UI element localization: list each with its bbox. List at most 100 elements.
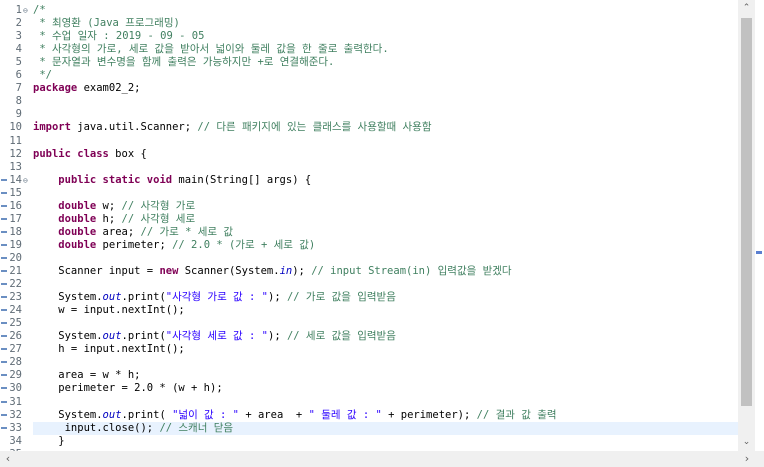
line-number: 3 [15, 30, 22, 42]
code-line-current[interactable]: input.close(); // 스캐너 닫음 [33, 422, 738, 435]
ruler-mark [1, 427, 7, 429]
line-number: 19 [9, 239, 22, 251]
code-token: "넓이 값 : " [172, 409, 240, 421]
line-number: 28 [9, 356, 22, 368]
ruler-mark [1, 257, 7, 259]
code-token: package [33, 82, 78, 94]
code-line[interactable]: area = w * h; [33, 369, 140, 382]
fold-toggle-icon[interactable]: ⊖ [23, 174, 28, 187]
code-token: * 사각형의 가로, 세로 값을 받아서 넓이와 둘레 값을 한 줄로 출력한다… [33, 43, 389, 55]
overview-ruler[interactable] [755, 0, 764, 451]
code-token: "사각형 가로 값 : " [165, 291, 268, 303]
code-line[interactable]: * 문자열과 변수명을 함께 출력은 가능하지만 +로 연결해준다. [33, 56, 334, 69]
line-number: 18 [9, 226, 22, 238]
code-token: double [58, 226, 97, 238]
code-line[interactable]: import java.util.Scanner; // 다른 패키지에 있는 … [33, 121, 432, 134]
ruler-mark [1, 218, 7, 220]
code-token: ); [292, 265, 312, 277]
code-token: // 가로 값을 입력받음 [286, 291, 396, 303]
code-token: h = input.nextInt(); [33, 343, 185, 355]
code-line[interactable]: } [33, 435, 65, 448]
line-number: 17 [9, 213, 22, 225]
code-token: // 2.0 * (가로 + 세로 값) [172, 239, 316, 251]
horizontal-scrollbar[interactable]: ‹ › [0, 451, 755, 467]
code-token: } [33, 435, 65, 447]
scroll-right-icon[interactable]: › [739, 451, 755, 467]
code-line[interactable]: public class box { [33, 148, 147, 161]
line-number: 30 [9, 382, 22, 394]
code-line[interactable]: double perimeter; // 2.0 * (가로 + 세로 값) [33, 239, 315, 252]
line-number: 32 [9, 409, 22, 421]
code-token: out [102, 330, 122, 342]
scroll-down-icon[interactable]: ⌄ [738, 434, 755, 451]
line-number: 22 [9, 278, 22, 290]
code-line[interactable]: perimeter = 2.0 * (w + h); [33, 382, 222, 395]
code-line[interactable]: double w; // 사각형 가로 [33, 200, 195, 213]
ruler-mark [1, 179, 7, 181]
code-area[interactable]: /* * 최영환 (Java 프로그래밍) * 수업 일자 : 2019 - 0… [33, 0, 738, 451]
scrollbar-corner [755, 451, 764, 467]
code-token: + area + [239, 409, 309, 421]
code-line[interactable]: System.out.print( "넓이 값 : " + area + " 둘… [33, 409, 556, 422]
line-number: 15 [9, 187, 22, 199]
code-token: " 둘레 값 : " [308, 409, 382, 421]
vertical-ruler [0, 0, 9, 451]
code-token: System. [33, 409, 103, 421]
code-line[interactable]: double h; // 사각형 세로 [33, 213, 195, 226]
line-number: 8 [15, 95, 22, 107]
ruler-mark [1, 296, 7, 298]
code-line[interactable]: System.out.print("사각형 세로 값 : "); // 세로 값… [33, 330, 396, 343]
line-number: 12 [9, 148, 22, 160]
code-line[interactable]: /* [33, 4, 46, 17]
code-token: Scanner input = [33, 265, 160, 277]
code-line[interactable]: */ [33, 69, 52, 82]
code-line[interactable]: public static void main(String[] args) { [33, 174, 311, 187]
code-token: ); [268, 330, 287, 342]
code-line[interactable]: w = input.nextInt(); [33, 304, 185, 317]
code-token: System. [33, 330, 103, 342]
code-editor[interactable]: 1 ⊖ 2 3 4 5 6 7 8 9 10 11 12 13 14 ⊖ 15 16 17 18 19 20 21 22 23 2… [0, 0, 764, 467]
vertical-scroll-thumb[interactable] [741, 18, 752, 406]
line-number: 14 [9, 174, 22, 186]
ruler-mark [1, 231, 7, 233]
code-line[interactable]: package exam02_2; [33, 82, 140, 95]
code-token: in [279, 265, 293, 277]
line-number: 1 [15, 4, 22, 16]
line-number: 25 [9, 317, 22, 329]
line-number: 33 [9, 422, 22, 434]
ruler-mark [1, 387, 7, 389]
code-line[interactable]: * 사각형의 가로, 세로 값을 받아서 넓이와 둘레 값을 한 줄로 출력한다… [33, 43, 389, 56]
code-token: public static void [58, 174, 173, 186]
code-line[interactable]: System.out.print("사각형 가로 값 : "); // 가로 값… [33, 291, 396, 304]
code-line[interactable]: Scanner input = new Scanner(System.in); … [33, 265, 512, 278]
scroll-up-icon[interactable]: ⌃ [738, 0, 755, 17]
code-token: out [102, 291, 122, 303]
code-token: System. [33, 291, 103, 303]
code-token: h; [96, 213, 122, 225]
code-token: + perimeter); [381, 409, 477, 421]
line-number: 16 [9, 200, 22, 212]
code-token: w = input.nextInt(); [33, 304, 185, 316]
scroll-left-icon[interactable]: ‹ [0, 451, 16, 467]
code-token: // 가로 * 세로 값 [140, 226, 234, 238]
code-token: // input Stream(in) 입력값을 받겠다 [311, 265, 512, 277]
code-token: // 다른 패키지에 있는 클래스를 사용할때 사용함 [197, 121, 432, 133]
code-token: public class [33, 148, 109, 160]
code-token: exam02_2; [77, 82, 141, 94]
overview-marker[interactable] [756, 251, 762, 254]
fold-toggle-icon[interactable]: ⊖ [23, 4, 28, 17]
vertical-scrollbar[interactable]: ⌃ ⌄ [738, 0, 755, 451]
code-line[interactable]: * 수업 일자 : 2019 - 09 - 05 [33, 30, 204, 43]
code-token: .print( [121, 330, 166, 342]
line-number: 29 [9, 369, 22, 381]
code-token: perimeter; [96, 239, 173, 251]
code-token: main(String[] args) { [172, 174, 312, 186]
ruler-mark [1, 401, 7, 403]
code-line[interactable]: double area; // 가로 * 세로 값 [33, 226, 233, 239]
line-number: 11 [9, 135, 22, 147]
code-line[interactable]: * 최영환 (Java 프로그래밍) [33, 17, 180, 30]
code-line[interactable]: h = input.nextInt(); [33, 343, 185, 356]
code-token: double [58, 200, 97, 212]
